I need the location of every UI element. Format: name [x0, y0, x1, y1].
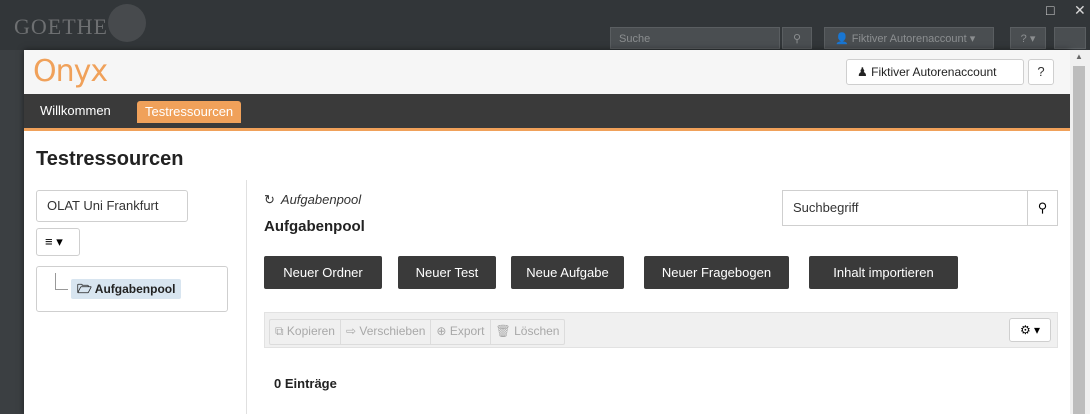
- background-seal-icon: [108, 4, 146, 42]
- export-icon: ⊕: [436, 324, 447, 338]
- move-label: Verschieben: [359, 324, 426, 338]
- scrollbar-thumb[interactable]: [1073, 66, 1085, 414]
- delete-button[interactable]: 🗑 Löschen: [491, 320, 565, 344]
- copy-button[interactable]: ⧉ Kopieren: [270, 320, 341, 344]
- search-input[interactable]: Suchbegriff: [782, 190, 1028, 226]
- copy-icon: ⧉: [275, 324, 284, 338]
- nav-item-testressourcen[interactable]: Testressourcen: [137, 101, 242, 123]
- background-help-label: ?: [1020, 33, 1027, 45]
- onyx-window: Onyx ♟ Fiktiver Autorenaccount ? Willkom…: [24, 50, 1070, 414]
- help-icon: ?: [1037, 64, 1045, 79]
- background-search-input[interactable]: Suche: [610, 27, 780, 49]
- page-title: Testressourcen: [36, 148, 184, 170]
- search-icon[interactable]: ⚲: [1028, 190, 1058, 226]
- trash-icon: 🗑: [495, 324, 511, 338]
- folder-icon: 🗁: [77, 282, 92, 296]
- onyx-logo: Onyx: [33, 54, 108, 89]
- background-header: GOETHE Suche ⚲ 👤 Fiktiver Autorenaccount…: [0, 0, 1090, 50]
- left-column: OLAT Uni Frankfurt ≡ ▾ 🗁 Aufgabenpool: [24, 180, 247, 414]
- section-title: Aufgabenpool: [264, 218, 365, 235]
- new-folder-button[interactable]: Neuer Ordner: [264, 256, 382, 289]
- new-test-button[interactable]: Neuer Test: [398, 256, 496, 289]
- export-label: Export: [449, 324, 485, 338]
- new-questionnaire-button[interactable]: Neuer Fragebogen: [644, 256, 789, 289]
- nav-item-willkommen[interactable]: Willkommen: [40, 103, 111, 118]
- import-content-button[interactable]: Inhalt importieren: [809, 256, 958, 289]
- organization-button[interactable]: OLAT Uni Frankfurt: [36, 190, 188, 222]
- move-icon: ⇨: [345, 324, 357, 338]
- account-label: Fiktiver Autorenaccount: [871, 65, 997, 79]
- scroll-up-icon[interactable]: ▲: [1075, 52, 1083, 61]
- main-navigation: Willkommen Testressourcen: [24, 94, 1070, 131]
- move-button[interactable]: ⇨ Verschieben: [341, 320, 432, 344]
- settings-dropdown[interactable]: ⚙ ▾: [1009, 318, 1051, 342]
- main-content: ↻ Aufgabenpool Aufgabenpool Suchbegriff ⚲…: [246, 180, 1070, 414]
- background-user-menu[interactable]: 👤 Fiktiver Autorenaccount ▾: [824, 27, 994, 49]
- tree-connector: [55, 273, 68, 290]
- refresh-icon[interactable]: ↻: [264, 192, 275, 207]
- breadcrumb-label: Aufgabenpool: [280, 192, 362, 207]
- copy-label: Kopieren: [286, 324, 335, 338]
- background-help-button[interactable]: ? ▾: [1010, 27, 1046, 49]
- new-task-button[interactable]: Neue Aufgabe: [511, 256, 624, 289]
- maximize-icon[interactable]: □: [1046, 2, 1054, 18]
- selection-toolbar: ⧉ Kopieren ⇨ Verschieben ⊕ Export 🗑 Lösc…: [264, 312, 1058, 348]
- top-bar: Onyx ♟ Fiktiver Autorenaccount ?: [24, 50, 1070, 95]
- tree-node-label: Aufgabenpool: [94, 282, 176, 296]
- breadcrumb[interactable]: ↻ Aufgabenpool: [264, 192, 361, 208]
- background-logo: GOETHE: [14, 14, 108, 39]
- folder-tree: 🗁 Aufgabenpool: [36, 266, 228, 312]
- delete-label: Löschen: [514, 324, 560, 338]
- background-search-button[interactable]: ⚲: [782, 27, 812, 49]
- list-menu-dropdown[interactable]: ≡ ▾: [36, 228, 80, 256]
- account-button[interactable]: ♟ Fiktiver Autorenaccount: [846, 59, 1024, 85]
- user-icon: ♟: [857, 65, 868, 79]
- close-icon[interactable]: ✕: [1074, 2, 1086, 19]
- tree-node-aufgabenpool[interactable]: 🗁 Aufgabenpool: [71, 279, 182, 299]
- background-logout-button[interactable]: [1054, 27, 1086, 49]
- help-button[interactable]: ?: [1028, 59, 1054, 85]
- background-user-label: Fiktiver Autorenaccount: [851, 33, 967, 45]
- export-button[interactable]: ⊕ Export: [431, 320, 491, 344]
- toolbar-button-group: ⧉ Kopieren ⇨ Verschieben ⊕ Export 🗑 Lösc…: [269, 319, 566, 345]
- entries-count: 0 Einträge: [274, 376, 337, 391]
